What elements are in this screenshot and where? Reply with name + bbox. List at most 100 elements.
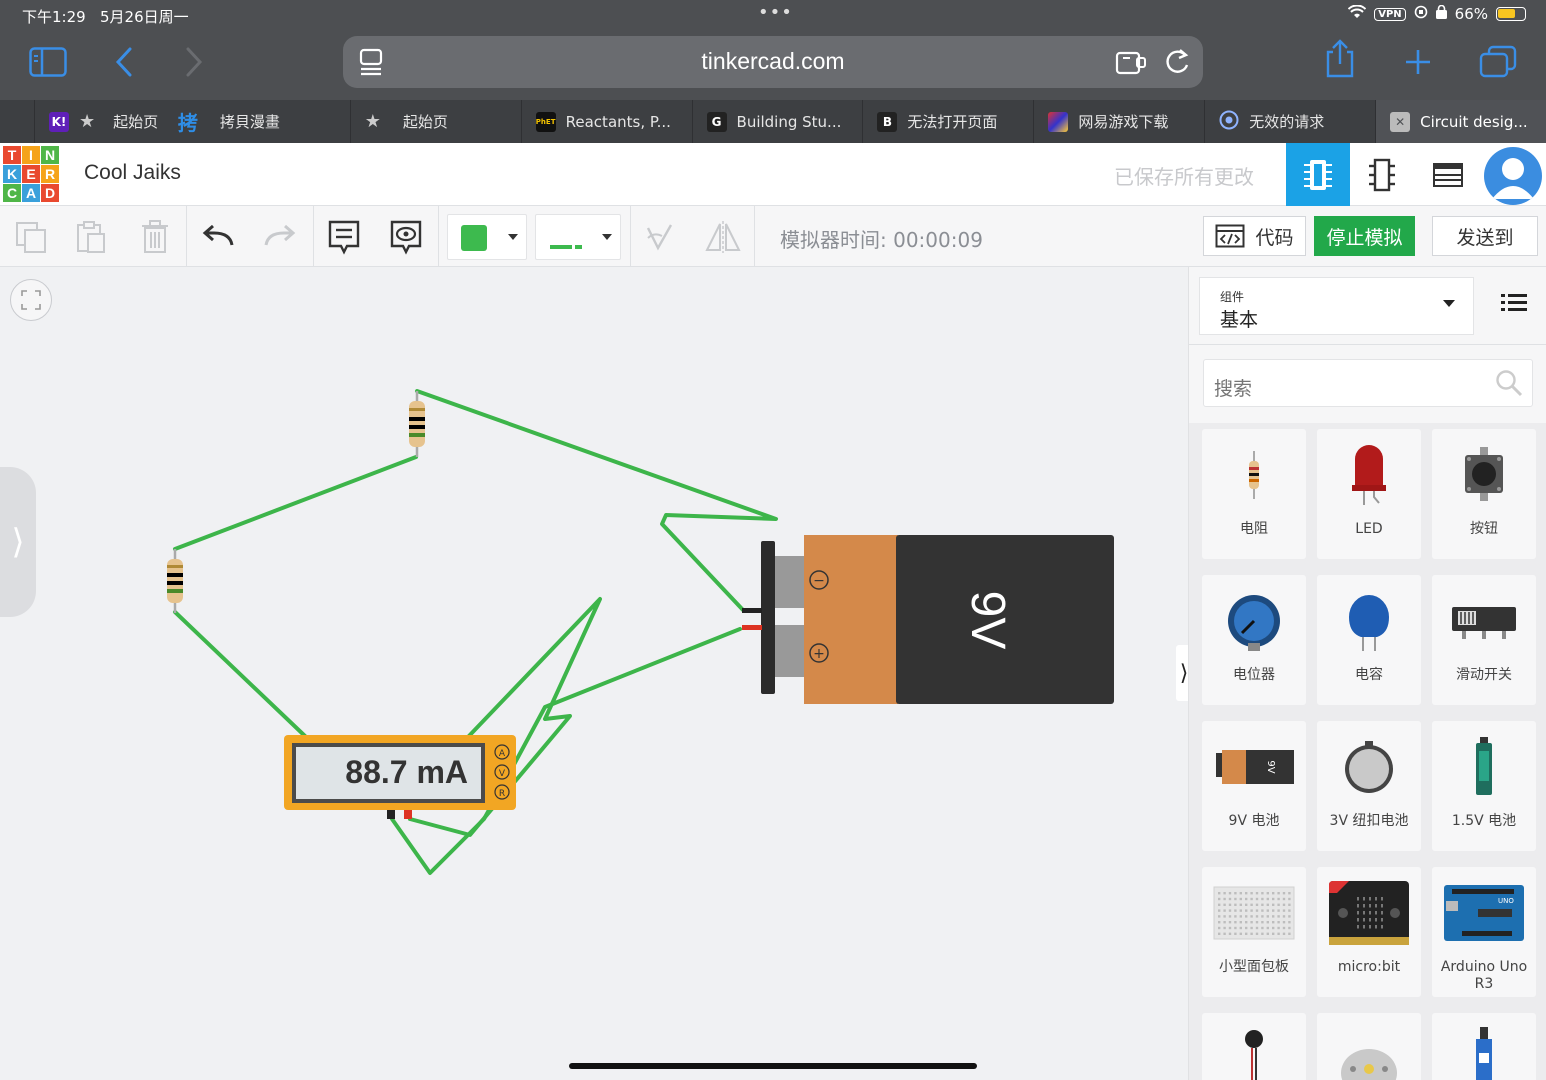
copy-icon[interactable] <box>10 216 52 258</box>
tab-copymanga[interactable]: 拷 拷貝漫畫 <box>178 100 350 143</box>
code-button[interactable]: 代码 <box>1203 216 1306 256</box>
svg-text:UNO: UNO <box>1498 897 1514 905</box>
component-coin-cell[interactable]: 3V 纽扣电池 <box>1317 721 1421 851</box>
lock-icon <box>1435 4 1447 23</box>
tab-start-2[interactable]: ★ 起始页 <box>349 100 521 143</box>
search-input[interactable] <box>1203 359 1533 407</box>
circuit-canvas[interactable]: A V R − + 9V 88.7 mA ⟩ ⟩ <box>0 267 1188 1080</box>
project-name[interactable]: Cool Jaiks <box>84 161 181 185</box>
b-icon: B <box>877 111 898 132</box>
battery-9v[interactable] <box>742 535 1114 704</box>
positive-terminal-label: + <box>813 646 825 662</box>
reload-icon[interactable] <box>1163 47 1191 81</box>
circuit-view-button[interactable] <box>1286 143 1350 206</box>
component-capacitor[interactable]: 电容 <box>1317 575 1421 705</box>
multitask-dots-icon[interactable]: ••• <box>758 2 793 23</box>
tinkercad-logo[interactable]: TIN KER CAD <box>3 146 59 202</box>
extensions-icon[interactable] <box>1115 48 1147 80</box>
tab-bar: K! ★ 起始页 拷 拷貝漫畫 ★ 起始页 PhET Reactants, P.… <box>0 100 1546 143</box>
meter-mode-r[interactable]: R <box>499 789 505 799</box>
component-microbit[interactable]: micro:bit <box>1317 867 1421 997</box>
url-text: tinkercad.com <box>701 48 845 74</box>
schematic-view-button[interactable] <box>1350 143 1414 206</box>
component-led[interactable]: LED <box>1317 429 1421 559</box>
components-dropdown[interactable]: 组件 基本 <box>1199 277 1474 335</box>
tab-netease[interactable]: 网易游戏下载 <box>1033 100 1204 143</box>
resistor-1[interactable] <box>409 391 425 457</box>
component-dc-motor[interactable] <box>1317 1013 1421 1080</box>
arduino-icon: UNO <box>1444 885 1524 941</box>
slide-switch-icon <box>1452 607 1516 639</box>
address-bar[interactable]: tinkercad.com <box>343 36 1203 88</box>
component-battery-9v[interactable]: 9V 9V 电池 <box>1202 721 1306 851</box>
send-to-button[interactable]: 发送到 <box>1432 216 1538 256</box>
meter-mode-v[interactable]: V <box>499 769 506 779</box>
wire-style-icon <box>550 235 584 254</box>
tab-circuit-design[interactable]: ✕ Circuit desig... <box>1375 100 1546 143</box>
meter-reading: 88.7 mA <box>345 753 468 790</box>
component-arduino[interactable]: UNO Arduino Uno R3 <box>1432 867 1536 997</box>
tab-phet[interactable]: PhET Reactants, P... <box>520 100 692 143</box>
circuit-drawing: A V R − + 9V <box>167 389 1114 875</box>
fit-view-button[interactable] <box>10 279 52 321</box>
component-battery-aa[interactable]: 1.5V 电池 <box>1432 721 1536 851</box>
flip-icon[interactable] <box>702 216 744 258</box>
coin-cell-icon <box>1345 741 1393 793</box>
search-icon[interactable] <box>1495 369 1535 401</box>
component-list-view-button[interactable] <box>1416 143 1480 206</box>
tab-building[interactable]: G Building Stu... <box>691 100 863 143</box>
wire-negative <box>415 389 778 612</box>
meter-mode-a[interactable]: A <box>499 749 506 759</box>
undo-icon[interactable] <box>198 216 240 258</box>
rotate-icon[interactable] <box>638 216 680 258</box>
g-icon: G <box>706 111 727 132</box>
share-icon[interactable] <box>1320 39 1360 78</box>
wire-type-dropdown[interactable] <box>535 214 621 260</box>
redo-icon[interactable] <box>258 216 300 258</box>
home-indicator[interactable] <box>569 1063 977 1069</box>
component-pushbutton[interactable]: 按钮 <box>1432 429 1536 559</box>
negative-terminal-label: − <box>813 573 825 589</box>
star-icon: ★ <box>364 111 381 132</box>
wire-color-dropdown[interactable] <box>447 214 527 260</box>
tab-invalid[interactable]: 无效的请求 <box>1204 100 1375 143</box>
chevron-down-icon <box>508 234 518 240</box>
component-resistor[interactable]: 电阻 <box>1202 429 1306 559</box>
delete-icon[interactable] <box>134 216 176 258</box>
component-vibration-motor[interactable] <box>1202 1013 1306 1080</box>
component-breadboard[interactable]: 小型面包板 <box>1202 867 1306 997</box>
wifi-icon <box>1348 4 1367 23</box>
code-icon <box>1215 224 1245 248</box>
chevron-right-icon: ⟩ <box>11 522 25 562</box>
list-view-button[interactable] <box>1499 291 1533 321</box>
back-icon[interactable] <box>104 44 144 80</box>
simulator-time: 模拟器时间: 00:00:09 <box>780 228 983 252</box>
expand-left-panel-button[interactable]: ⟩ <box>0 467 36 617</box>
capacitor-icon <box>1349 595 1389 651</box>
component-servo[interactable] <box>1432 1013 1536 1080</box>
logo-letter: I <box>22 146 40 164</box>
list-icon <box>1501 294 1527 311</box>
sidebar-toggle-icon[interactable] <box>28 44 68 80</box>
paste-icon[interactable] <box>70 216 112 258</box>
resistor-2[interactable] <box>167 549 183 613</box>
battery-voltage-label: 9V <box>961 591 1014 650</box>
breadboard-icon <box>1213 886 1295 940</box>
component-slide-switch[interactable]: 滑动开关 <box>1432 575 1536 705</box>
component-potentiometer[interactable]: 电位器 <box>1202 575 1306 705</box>
new-tab-icon[interactable] <box>1398 44 1438 80</box>
stop-simulation-button[interactable]: 停止模拟 <box>1314 216 1415 256</box>
resistor-icon <box>1249 451 1259 499</box>
tab-error[interactable]: B 无法打开页面 <box>862 100 1033 143</box>
tabs-overview-icon[interactable] <box>1478 44 1518 80</box>
notes-icon[interactable] <box>323 216 365 258</box>
forward-icon[interactable] <box>174 44 214 80</box>
circuit-view-icon <box>1304 159 1332 190</box>
close-icon[interactable]: ✕ <box>1390 111 1411 132</box>
table-view-icon <box>1433 162 1463 187</box>
avatar[interactable] <box>1484 147 1542 205</box>
collapse-panel-button[interactable]: ⟩ <box>1176 645 1188 701</box>
logo-letter: C <box>3 184 21 202</box>
notes-visibility-icon[interactable] <box>385 216 427 258</box>
tab-start-1[interactable]: K! ★ 起始页 <box>33 100 178 143</box>
